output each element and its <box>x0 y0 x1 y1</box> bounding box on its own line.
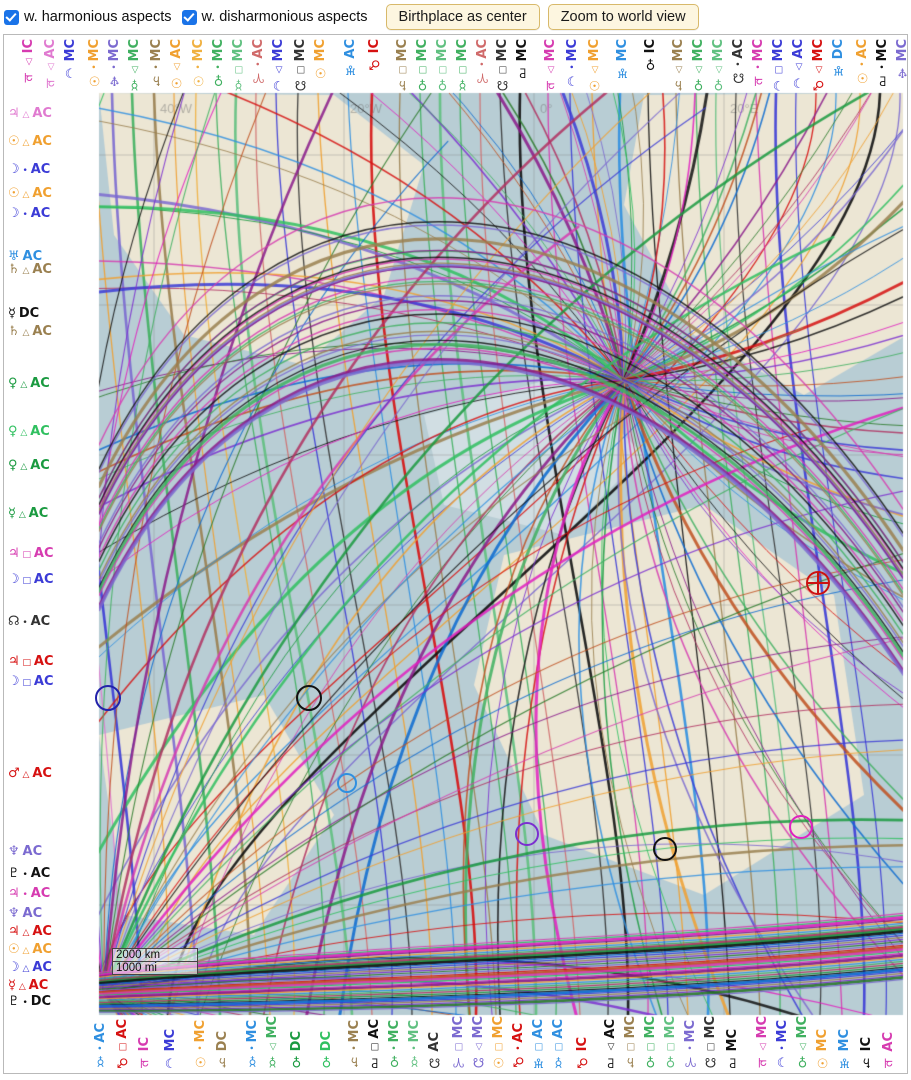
scale-bar-km: 2000 km <box>112 948 198 962</box>
checkbox-harmonious-box[interactable] <box>4 10 19 25</box>
marker-moon-left[interactable] <box>95 685 121 711</box>
toolbar: w. harmonious aspects w. disharmonious a… <box>0 0 911 34</box>
marker-earth[interactable] <box>806 571 830 595</box>
checkbox-harmonious[interactable]: w. harmonious aspects <box>4 9 172 25</box>
checkbox-harmonious-label: w. harmonious aspects <box>24 9 172 25</box>
scale-bar: 2000 km 1000 mi <box>112 948 198 975</box>
map-canvas[interactable] <box>4 35 907 1073</box>
marker-black-2[interactable] <box>653 837 677 861</box>
marker-black-1[interactable] <box>296 685 322 711</box>
astrocartography-map[interactable]: ♃ △ IC♃ △ AC☽ MC☉ • MC♆ • MC☿ △ MC♄ • MC… <box>3 34 908 1074</box>
scale-bar-mi: 1000 mi <box>112 962 198 975</box>
checkbox-disharmonious[interactable]: w. disharmonious aspects <box>182 9 368 25</box>
marker-purple[interactable] <box>515 822 539 846</box>
marker-blue-small[interactable] <box>337 773 357 793</box>
zoom-to-world-view-button[interactable]: Zoom to world view <box>548 4 699 30</box>
checkbox-disharmonious-label: w. disharmonious aspects <box>202 9 368 25</box>
birthplace-as-center-button[interactable]: Birthplace as center <box>386 4 540 30</box>
marker-magenta[interactable] <box>789 815 813 839</box>
checkbox-disharmonious-box[interactable] <box>182 10 197 25</box>
